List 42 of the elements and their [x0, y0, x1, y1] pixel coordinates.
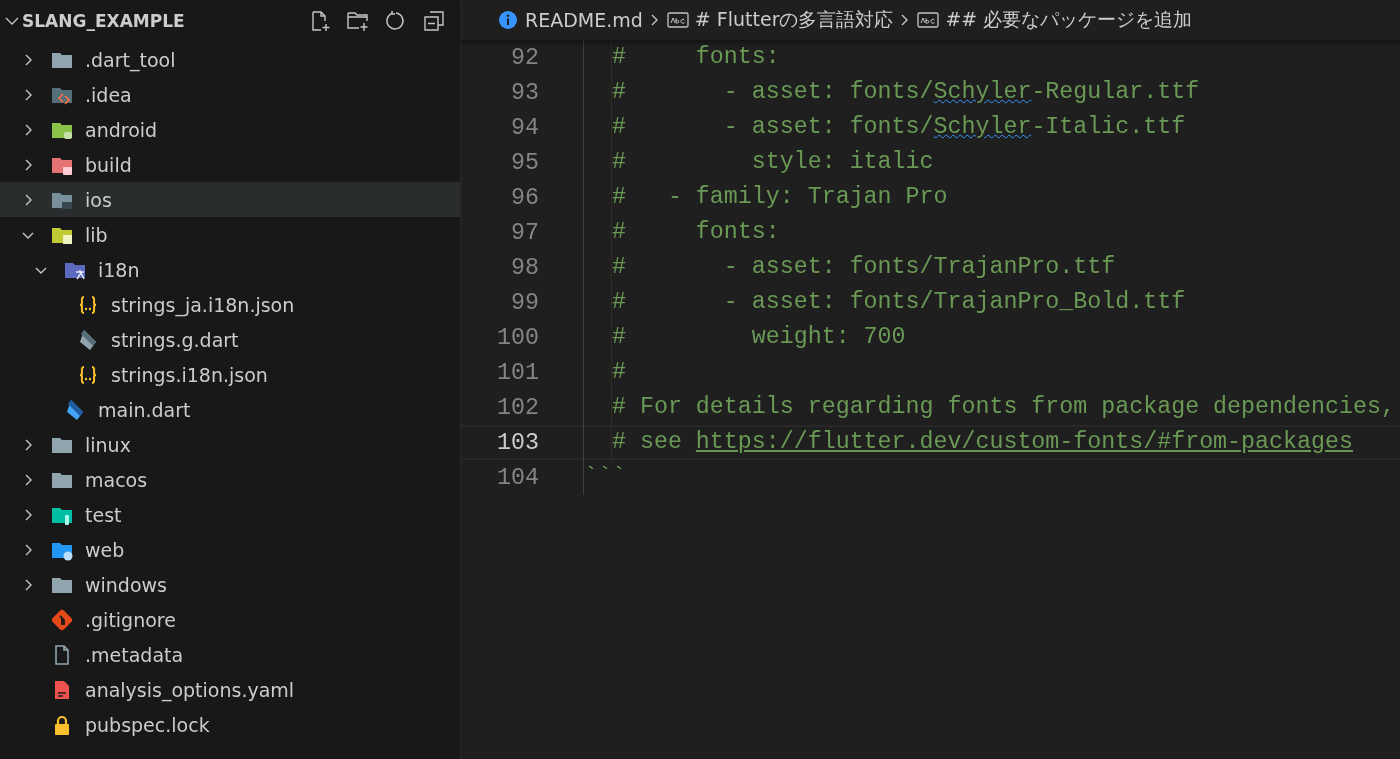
tree-item[interactable]: strings.i18n.json	[0, 357, 460, 392]
text-symbol-icon	[666, 10, 689, 30]
line-number: 92	[510, 44, 539, 71]
tree-item[interactable]: lib	[0, 217, 460, 252]
text-symbol-icon	[917, 10, 940, 30]
breadcrumb-item[interactable]: ## 必要なパッケージを追加	[945, 7, 1193, 33]
info-icon	[497, 10, 519, 30]
new-folder-icon[interactable]	[346, 9, 370, 33]
line-number: 95	[510, 149, 539, 176]
breadcrumb-item[interactable]: # Flutterの多言語対応	[694, 7, 894, 33]
tree-item[interactable]: .gitignore	[0, 602, 460, 637]
line-number: 97	[510, 219, 539, 246]
tree-item[interactable]: analysis_options.yaml	[0, 672, 460, 707]
tree-item[interactable]: macos	[0, 462, 460, 497]
line-number: 93	[510, 79, 539, 106]
tree-item[interactable]: .dart_tool	[0, 42, 460, 77]
breadcrumb-item[interactable]: README.md	[525, 9, 643, 31]
tree-item[interactable]: test	[0, 497, 460, 532]
tree-item[interactable]: android	[0, 112, 460, 147]
tree-item[interactable]: .metadata	[0, 637, 460, 672]
line-number: 100	[496, 324, 539, 351]
tree-item[interactable]: ios	[0, 182, 460, 217]
tree-item[interactable]: pubspec.lock	[0, 707, 460, 742]
tree-item[interactable]: linux	[0, 427, 460, 462]
tree-item[interactable]: main.dart	[0, 392, 460, 427]
explorer-title: SLANG_EXAMPLE	[22, 11, 185, 31]
line-number: 99	[510, 289, 539, 316]
line-number: 94	[510, 114, 539, 141]
tree-item[interactable]: build	[0, 147, 460, 182]
collapse-all-icon[interactable]	[422, 9, 446, 33]
line-number: 104	[496, 464, 539, 491]
tree-item[interactable]: .idea	[0, 77, 460, 112]
line-number: 96	[510, 184, 539, 211]
line-number: 103	[496, 429, 539, 456]
tree-item[interactable]: windows	[0, 567, 460, 602]
line-number: 101	[496, 359, 539, 386]
tree-item[interactable]: strings_ja.i18n.json	[0, 287, 460, 322]
tree-item[interactable]: i18n	[0, 252, 460, 287]
tree-item[interactable]: strings.g.dart	[0, 322, 460, 357]
tree-item[interactable]: web	[0, 532, 460, 567]
line-number: 102	[496, 394, 539, 421]
line-number: 98	[510, 254, 539, 281]
